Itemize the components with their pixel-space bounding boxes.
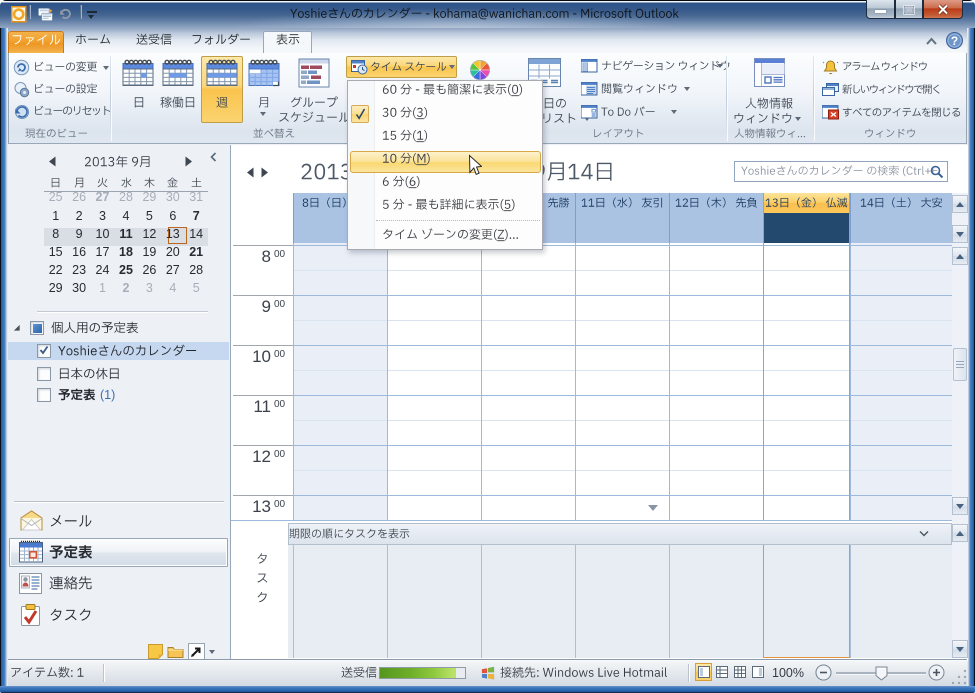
svg-text:?: ? — [951, 34, 958, 48]
